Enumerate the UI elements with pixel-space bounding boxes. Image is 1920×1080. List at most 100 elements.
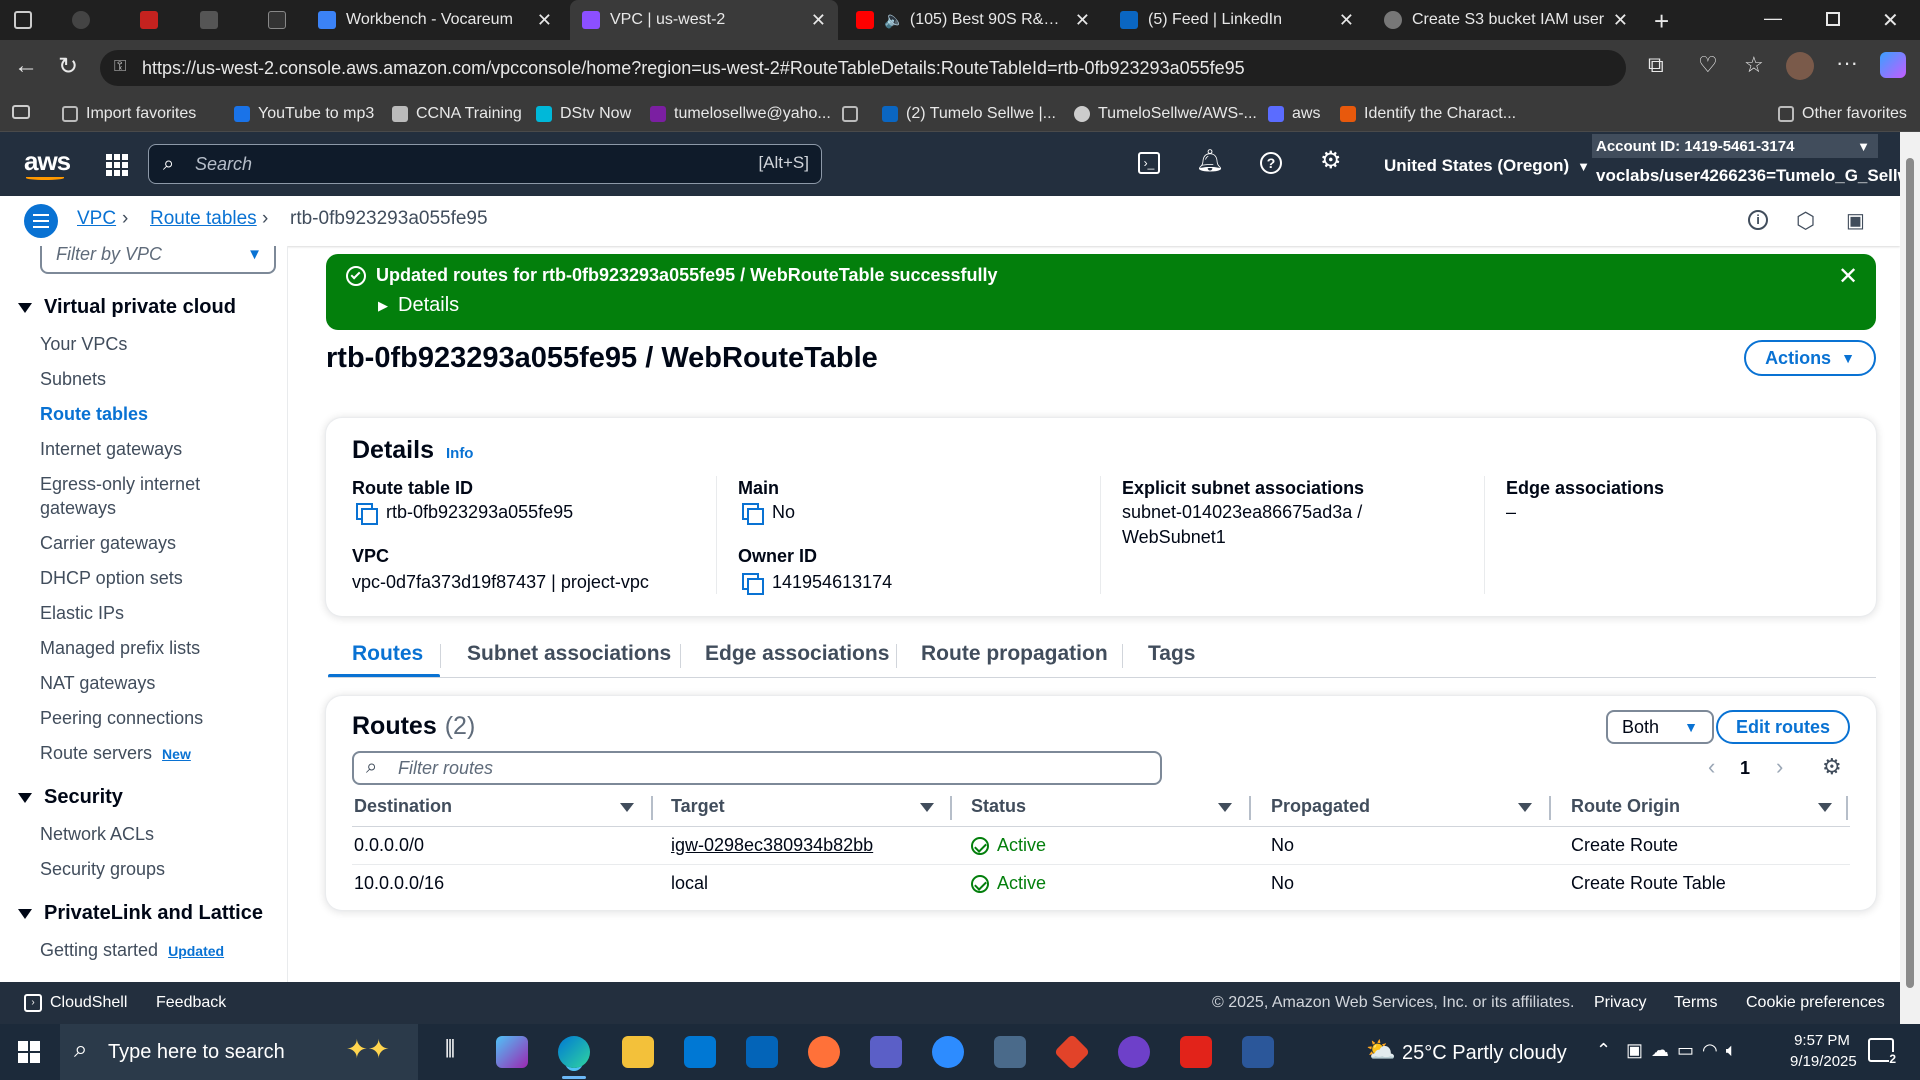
help-icon[interactable]: ? [1260,152,1282,174]
column-header-target[interactable]: Target [671,796,725,817]
page-scrollbar-thumb[interactable] [1906,158,1914,988]
favorite-item[interactable]: YouTube to mp3 [234,96,374,132]
subnet-assoc-link-line2[interactable]: WebSubnet1 [1122,527,1226,548]
cell-target-link[interactable]: igw-0298ec380934b82bb [671,835,873,856]
filter-routes-input[interactable]: ⌕ Filter routes [352,751,1162,785]
actions-button[interactable]: Actions ▼ [1744,340,1876,376]
column-resizer[interactable] [1846,796,1848,820]
privacy-link[interactable]: Privacy [1594,994,1646,1012]
browser-tab[interactable]: Create S3 bucket IAM user ✕ [1372,0,1640,40]
close-tab-icon[interactable]: ✕ [1075,10,1090,31]
more-options-icon[interactable]: ··· [1836,50,1858,76]
browser-tab[interactable]: 🔈 (105) Best 90S R&B Slow ✕ [844,0,1102,40]
taskbar-search-box[interactable]: ⌕ Type here to search ✦✦ [60,1024,418,1080]
settings-gear-icon[interactable]: ⚙ [1320,146,1342,175]
url-field[interactable]: ⚿ https://us-west-2.console.aws.amazon.c… [100,50,1626,86]
tab-routes[interactable]: Routes [352,642,423,666]
close-tab-icon[interactable]: ✕ [537,10,552,31]
sidebar-item-getting-started[interactable]: Getting started Updated [40,940,224,961]
browser-tab[interactable]: (5) Feed | LinkedIn ✕ [1108,0,1366,40]
close-tab-icon[interactable]: ✕ [1613,10,1628,31]
sidebar-item-peering-connections[interactable]: Peering connections [40,708,203,729]
notification-center-icon[interactable]: 2 [1868,1038,1896,1066]
sort-caret-icon[interactable] [920,803,934,812]
sort-caret-icon[interactable] [620,803,634,812]
browser-tab[interactable] [256,0,312,40]
speaker-icon[interactable]: 🔈 [884,10,904,30]
column-header-propagated[interactable]: Propagated [1271,796,1370,817]
edge-taskbar-icon[interactable] [558,1036,590,1068]
sidebar-item-internet-gateways[interactable]: Internet gateways [40,439,182,460]
profile-avatar[interactable] [1786,52,1814,80]
sidebar-toggle-icon[interactable] [12,105,30,119]
github-desktop-icon[interactable] [1118,1036,1150,1068]
route-type-select[interactable]: Both ▼ [1606,710,1714,744]
section-privatelink[interactable]: PrivateLink and Lattice [18,902,263,925]
tab-tags[interactable]: Tags [1148,642,1195,666]
info-link[interactable]: Info [446,445,474,462]
clock[interactable]: 9:57 PM 9/19/2025 [1790,1032,1857,1070]
side-nav-toggle[interactable] [24,204,58,238]
sidebar-item-dhcp-option-sets[interactable]: DHCP option sets [40,568,183,589]
windows-start-icon[interactable] [18,1041,40,1063]
sidebar-item-security-groups[interactable]: Security groups [40,859,165,880]
sidebar-item-egress-only[interactable]: Egress-only internet [40,474,200,495]
system-tray-icons[interactable]: ▣☁▭◠🔈︎ [1626,1040,1745,1061]
sort-caret-icon[interactable] [1518,803,1532,812]
tab-edge-associations[interactable]: Edge associations [705,642,889,666]
extensions-icon[interactable]: ⧉ [1648,52,1664,78]
edit-routes-button[interactable]: Edit routes [1716,710,1850,744]
column-resizer[interactable] [1249,796,1251,820]
page-scrollbar[interactable] [1900,132,1920,1024]
section-security[interactable]: Security [18,786,123,809]
copy-icon[interactable] [742,502,764,525]
section-virtual-private-cloud[interactable]: Virtual private cloud [18,296,236,319]
tray-chevron-icon[interactable]: ⌃ [1596,1040,1611,1061]
sidebar-item-elastic-ips[interactable]: Elastic IPs [40,603,124,624]
services-menu-icon[interactable] [106,154,128,176]
restore-icon[interactable] [1826,12,1840,26]
refresh-icon[interactable]: ↻ [58,52,78,81]
dismiss-icon[interactable]: ✕ [1838,262,1858,291]
sidebar-item-egress-only-line2[interactable]: gateways [40,498,116,519]
sort-caret-icon[interactable] [1218,803,1232,812]
breadcrumb-route-tables[interactable]: Route tables [150,208,257,230]
browser-tab[interactable] [128,0,184,40]
minimize-icon[interactable]: — [1764,8,1782,29]
vpc-filter-select[interactable]: Filter by VPC ▼ [40,246,276,274]
task-view-icon[interactable]: ⫴ [434,1036,466,1068]
favorite-item[interactable]: DStv Now [536,96,631,132]
column-resizer[interactable] [1549,796,1551,820]
zoom-icon[interactable] [932,1036,964,1068]
region-selector[interactable]: United States (Oregon) ▼ [1384,156,1590,176]
favorite-item[interactable]: aws [1268,96,1320,132]
other-favorites[interactable]: Other favorites [1778,96,1907,132]
file-explorer-icon[interactable] [622,1036,654,1068]
favorite-item[interactable]: TumeloSellwe/AWS-... [1074,96,1257,132]
sidebar-item-route-tables[interactable]: Route tables [40,404,148,425]
close-tab-icon[interactable]: ✕ [811,10,826,31]
browser-tab[interactable]: Workbench - Vocareum ✕ [306,0,564,40]
sidebar-item-subnets[interactable]: Subnets [40,369,106,390]
word-icon[interactable] [1242,1036,1274,1068]
microsoft-store-icon[interactable] [684,1036,716,1068]
cloudshell-button[interactable]: › CloudShell [24,994,127,1012]
network-tool-icon[interactable] [994,1036,1026,1068]
weather-text[interactable]: 25°C Partly cloudy [1402,1042,1567,1065]
vpc-link[interactable]: vpc-0d7fa373d19f87437 | project-vpc [352,572,649,593]
sidebar-item-network-acls[interactable]: Network ACLs [40,824,154,845]
new-tab-icon[interactable]: + [1654,6,1669,37]
flash-details-toggle[interactable]: ▶ Details [378,294,459,317]
sidebar-item-carrier-gateways[interactable]: Carrier gateways [40,533,176,554]
browser-tab[interactable] [188,0,244,40]
favorite-item[interactable]: (2) Tumelo Sellwe |... [882,96,1056,132]
favorites-icon[interactable]: ☆ [1744,52,1764,78]
security-shield-icon[interactable]: ⬡ [1796,208,1815,234]
cookie-preferences-link[interactable]: Cookie preferences [1746,994,1885,1012]
teams-icon[interactable] [870,1036,902,1068]
favorite-item[interactable]: Import favorites [62,96,196,132]
sidebar-item-your-vpcs[interactable]: Your VPCs [40,334,127,355]
tab-subnet-associations[interactable]: Subnet associations [467,642,671,666]
copilot-icon[interactable] [1880,52,1906,78]
browser-tab[interactable] [60,0,116,40]
